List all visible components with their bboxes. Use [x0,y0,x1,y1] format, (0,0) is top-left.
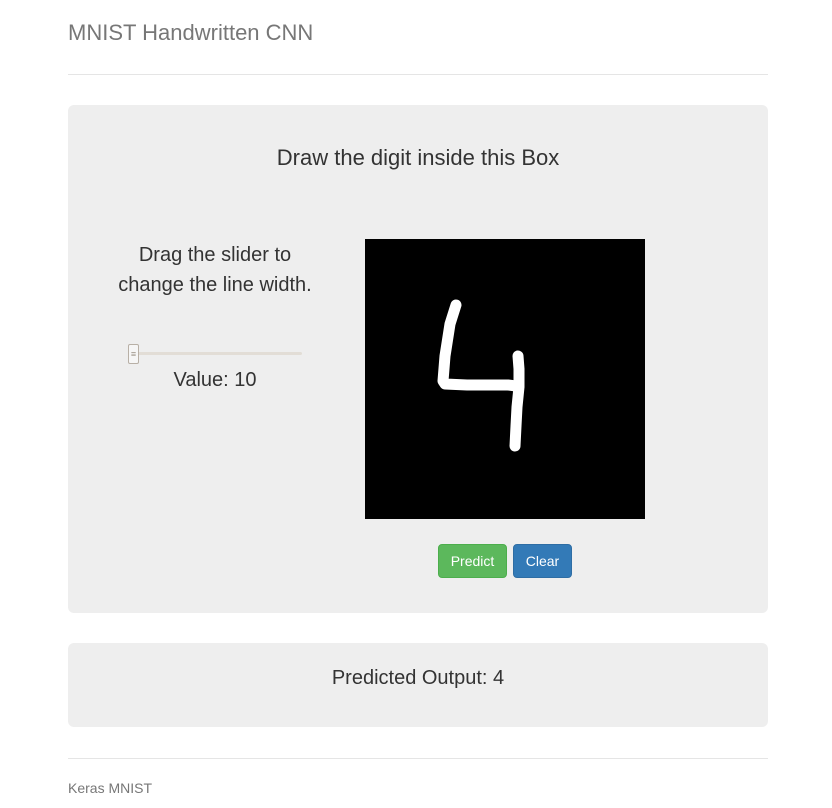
slider-instructions: Drag the slider to change the line width… [118,244,312,296]
clear-button[interactable]: Clear [513,544,572,578]
slider-value: Value: 10 [173,369,257,391]
drawn-digit-stroke [437,299,525,452]
drawing-panel-title: Draw the digit inside this Box [276,145,560,170]
footer-text: Keras MNIST [68,780,153,796]
line-width-control: Drag the slider to change the line width… [118,240,312,391]
drawing-canvas[interactable] [365,239,645,519]
output-panel: Predicted Output: 4 [68,643,768,727]
page-title: MNIST Handwritten CNN [68,20,314,45]
drawing-panel: Draw the digit inside this Box Drag the … [68,105,768,613]
footer-divider [68,758,768,759]
predicted-output: Predicted Output: 4 [331,667,505,689]
predict-button[interactable]: Predict [438,544,507,578]
line-width-slider[interactable] [130,352,302,355]
slider-handle[interactable]: ≡ [128,344,139,364]
header-divider [68,74,768,75]
